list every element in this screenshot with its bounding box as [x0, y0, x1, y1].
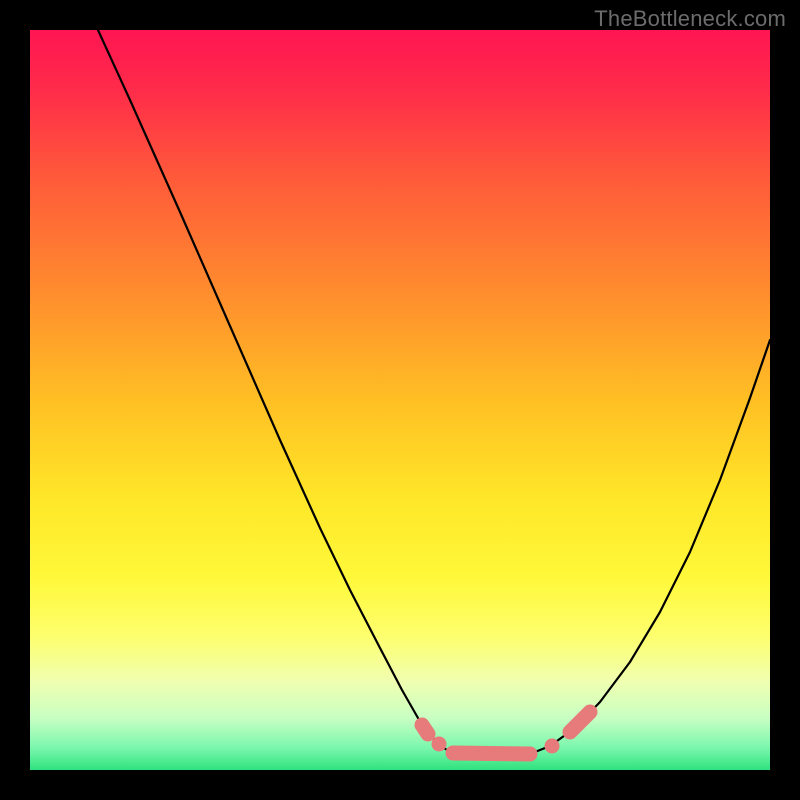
marker-dot-0: [432, 737, 447, 752]
plot-area: [30, 30, 770, 770]
marker-dot-1: [545, 739, 560, 754]
marker-capsule-2: [570, 712, 590, 732]
marker-capsule-0: [422, 725, 428, 734]
chart-frame: TheBottleneck.com: [0, 0, 800, 800]
watermark-text: TheBottleneck.com: [594, 6, 786, 32]
highlight-markers: [30, 30, 770, 770]
marker-capsule-1: [453, 753, 530, 754]
